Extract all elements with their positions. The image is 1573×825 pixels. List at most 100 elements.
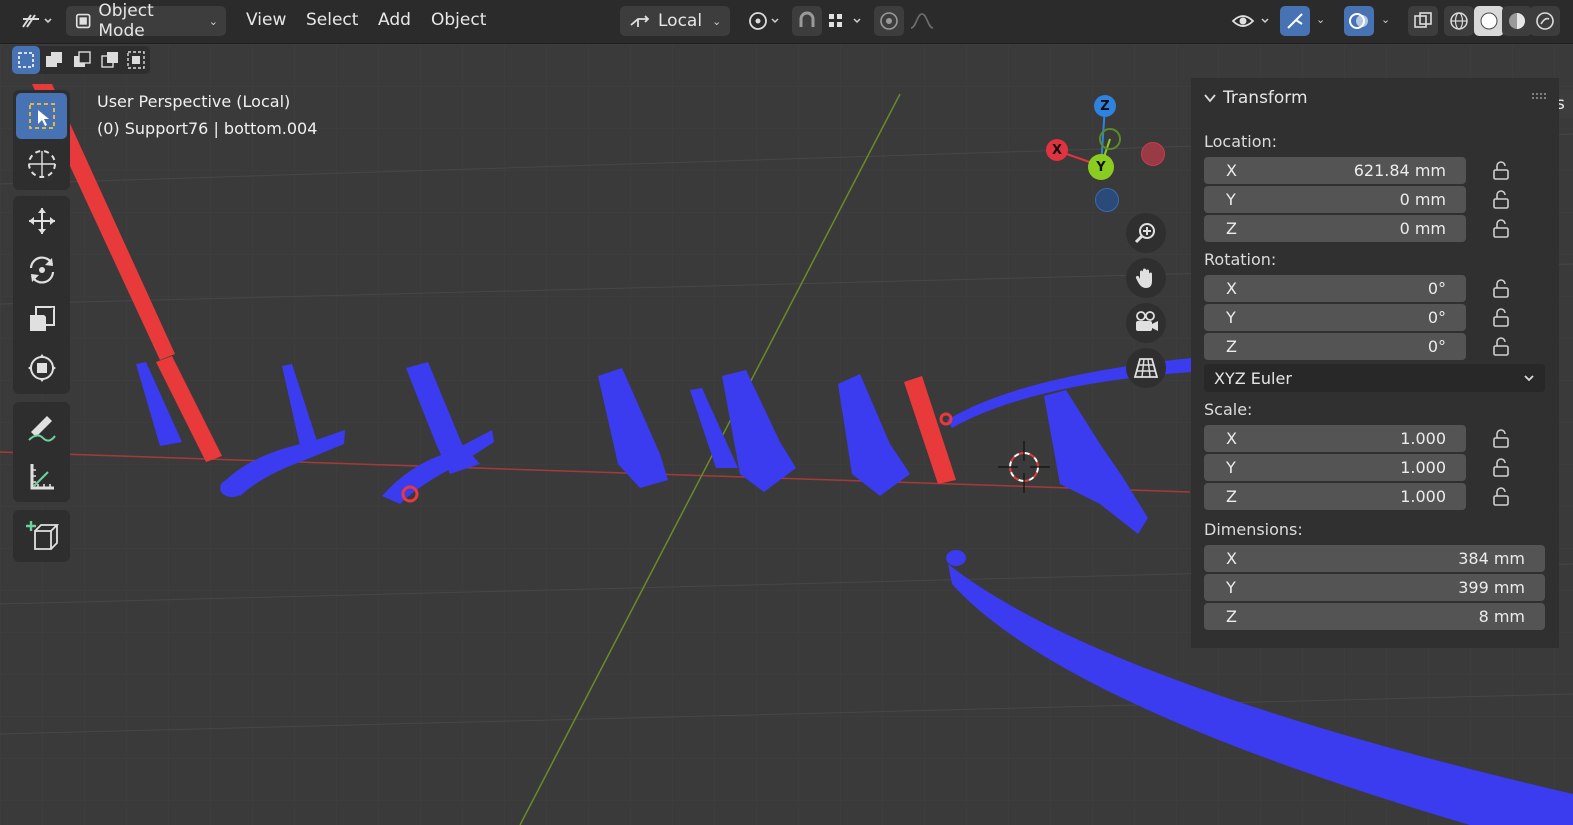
tool-transform[interactable] — [16, 345, 67, 391]
tool-select-box[interactable] — [16, 93, 67, 139]
location-z-field[interactable]: Z0 mm — [1204, 215, 1466, 242]
visibility-button[interactable] — [1228, 6, 1274, 36]
select-new-icon — [18, 52, 34, 68]
select-intersect-button[interactable] — [122, 46, 150, 74]
shading-material-button[interactable] — [1502, 6, 1532, 36]
perspective-label: User Perspective (Local) — [97, 92, 291, 111]
magnet-icon — [799, 11, 815, 27]
falloff-button[interactable] — [906, 6, 946, 36]
select-subtract-button[interactable] — [68, 46, 96, 74]
rotation-label: Rotation: — [1204, 250, 1277, 269]
rendered-sphere-icon — [1536, 12, 1554, 30]
tool-rotate[interactable] — [16, 247, 67, 293]
lock-icon[interactable] — [1491, 457, 1513, 479]
3d-viewport-icon — [22, 14, 52, 28]
dimensions-y-field[interactable]: Y 399 mm — [1204, 574, 1545, 601]
dimensions-z-field[interactable]: Z8 mm — [1204, 603, 1545, 630]
header-bar: Object Mode ⌄ View Select Add Object Loc… — [0, 0, 1573, 44]
scale-x-field[interactable]: X 1.000 — [1204, 425, 1466, 452]
tool-measure[interactable] — [16, 453, 67, 499]
pivot-point-button[interactable] — [744, 6, 784, 36]
snap-toggle-button[interactable] — [792, 6, 822, 36]
3d-viewport[interactable]: Options User Perspective (Local) (0) Sup… — [0, 44, 1573, 825]
eye-icon — [1231, 15, 1269, 27]
dimensions-label: Dimensions: — [1204, 520, 1303, 539]
tool-add-cube[interactable] — [16, 513, 67, 559]
shading-solid-button[interactable] — [1474, 6, 1504, 36]
select-invert-button[interactable] — [96, 46, 124, 74]
tool-annotate[interactable] — [16, 404, 67, 450]
object-info-label: (0) Support76 | bottom.004 — [97, 119, 318, 138]
annotate-icon — [27, 416, 56, 442]
rotation-y-field[interactable]: Y 0° — [1204, 304, 1466, 331]
select-intersect-icon — [127, 51, 145, 69]
add-cube-icon — [25, 521, 59, 550]
lock-icon[interactable] — [1491, 189, 1513, 211]
scale-z-field[interactable]: Z 1.000 — [1204, 483, 1466, 510]
scale-y-field[interactable]: Y 1.000 — [1204, 454, 1466, 481]
select-box-icon — [28, 103, 55, 129]
gizmo-z-negative[interactable] — [1095, 188, 1119, 212]
material-sphere-icon — [1509, 13, 1525, 29]
select-new-button[interactable] — [12, 46, 40, 74]
snap-target-button[interactable] — [824, 6, 866, 36]
chevron-down-icon[interactable]: ⌄ — [1381, 13, 1390, 26]
transform-orientation-dropdown[interactable]: Local ⌄ — [620, 6, 730, 36]
lock-icon[interactable] — [1491, 486, 1513, 508]
pan-button[interactable] — [1126, 258, 1166, 298]
select-subtract-icon — [74, 51, 91, 67]
zoom-button[interactable] — [1126, 213, 1166, 253]
tool-move[interactable] — [16, 198, 67, 244]
gizmo-toggle-button[interactable] — [1280, 6, 1310, 36]
tool-scale[interactable] — [16, 296, 67, 342]
menu-select[interactable]: Select — [306, 10, 358, 30]
proportional-edit-icon — [880, 12, 898, 30]
gizmo-x-negative[interactable] — [1141, 142, 1165, 166]
select-extend-icon — [46, 52, 62, 67]
drag-handle-icon[interactable] — [1531, 92, 1547, 102]
orientation-label: Local — [658, 11, 703, 31]
gizmo-y-negative[interactable] — [1099, 128, 1121, 150]
chevron-down-icon[interactable]: ⌄ — [1316, 13, 1325, 26]
camera-icon — [1136, 311, 1158, 331]
pivot-icon — [749, 12, 779, 30]
xray-toggle-button[interactable] — [1408, 6, 1438, 36]
menu-object[interactable]: Object — [431, 10, 486, 30]
rotation-x-field[interactable]: X 0° — [1204, 275, 1466, 302]
gizmo-z-positive[interactable]: Z — [1094, 95, 1116, 117]
proportional-edit-button[interactable] — [874, 6, 904, 36]
grid-perspective-icon — [1133, 358, 1159, 378]
gizmo-y-positive[interactable]: Y — [1088, 154, 1114, 180]
overlays-toggle-button[interactable] — [1344, 6, 1374, 36]
location-y-field[interactable]: Y0 mm — [1204, 186, 1466, 213]
menu-add[interactable]: Add — [378, 10, 411, 30]
lock-icon[interactable] — [1491, 160, 1513, 182]
falloff-curve-icon — [910, 13, 934, 29]
navigation-gizmo[interactable]: Z X Y — [1040, 92, 1170, 212]
wireframe-sphere-icon — [1450, 12, 1468, 30]
dimensions-x-field[interactable]: X 384 mm — [1204, 545, 1545, 572]
shading-rendered-button[interactable] — [1530, 6, 1560, 36]
select-extend-button[interactable] — [40, 46, 68, 74]
tool-cursor[interactable] — [16, 141, 67, 187]
lock-icon[interactable] — [1491, 428, 1513, 450]
lock-icon[interactable] — [1491, 336, 1513, 358]
lock-icon[interactable] — [1491, 218, 1513, 240]
gizmo-x-positive[interactable]: X — [1046, 139, 1068, 161]
transform-panel-header[interactable]: Transform — [1203, 88, 1308, 108]
location-x-field[interactable]: X 621.84 mm — [1204, 157, 1466, 184]
shading-wireframe-button[interactable] — [1444, 6, 1474, 36]
rotation-z-field[interactable]: Z 0° — [1204, 333, 1466, 360]
editor-type-button[interactable] — [14, 6, 58, 36]
lock-icon[interactable] — [1491, 307, 1513, 329]
scale-label: Scale: — [1204, 400, 1253, 419]
lock-icon[interactable] — [1491, 278, 1513, 300]
mode-label: Object Mode — [98, 1, 154, 41]
rotation-mode-dropdown[interactable]: XYZ Euler — [1204, 364, 1545, 392]
mode-dropdown[interactable]: Object Mode ⌄ — [66, 1, 226, 41]
perspective-toggle-button[interactable] — [1126, 348, 1166, 388]
xray-icon — [1414, 12, 1432, 28]
scale-icon — [29, 306, 55, 331]
camera-view-button[interactable] — [1126, 303, 1166, 343]
menu-view[interactable]: View — [246, 10, 286, 30]
